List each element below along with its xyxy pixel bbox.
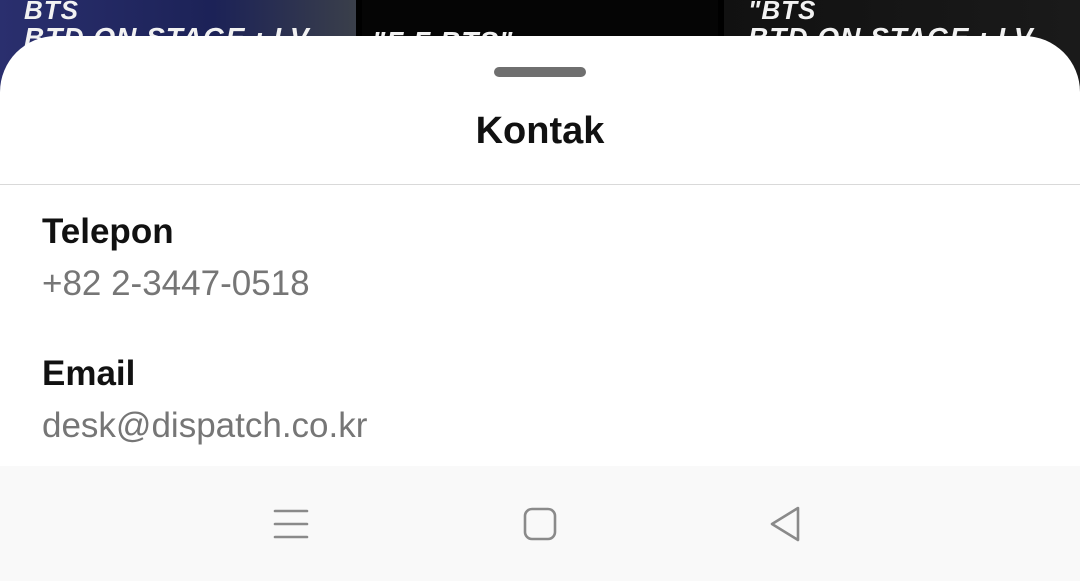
phone-number[interactable]: +82 2-3447-0518 xyxy=(42,264,310,304)
recent-apps-button[interactable] xyxy=(231,466,351,581)
divider xyxy=(0,184,1080,185)
home-square-icon xyxy=(523,507,557,540)
phone-label: Telepon xyxy=(42,212,174,251)
phone-contact-item[interactable]: Telepon +82 2-3447-0518 xyxy=(42,212,310,304)
back-triangle-icon xyxy=(770,506,800,541)
thumbnail-caption: BTS xyxy=(24,0,79,25)
back-button[interactable] xyxy=(725,466,845,581)
email-label: Email xyxy=(42,354,136,393)
email-address[interactable]: desk@dispatch.co.kr xyxy=(42,406,367,446)
menu-icon xyxy=(273,509,309,538)
home-button[interactable] xyxy=(480,466,600,581)
sheet-title: Kontak xyxy=(475,110,605,152)
thumbnail-caption: "BTS xyxy=(748,0,817,25)
sheet-drag-handle[interactable] xyxy=(494,67,586,77)
system-navigation-bar xyxy=(0,466,1080,581)
email-contact-item[interactable]: Email desk@dispatch.co.kr xyxy=(42,354,367,446)
